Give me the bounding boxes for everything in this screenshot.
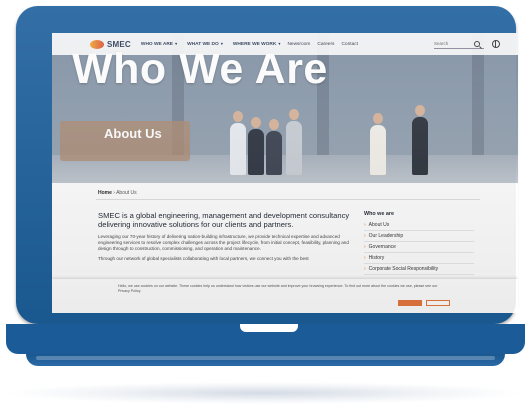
breadcrumb-current: About Us	[116, 190, 137, 196]
hero-subtitle: About Us	[104, 126, 162, 141]
hero-photo-person	[370, 113, 386, 175]
sidebar-item-corporate-social-responsibility[interactable]: › Corporate Social Responsibility	[364, 264, 474, 275]
hero-photo-person	[230, 111, 246, 175]
laptop-base-highlight	[36, 356, 495, 360]
body-paragraph: Through our network of global specialist…	[98, 256, 309, 261]
sidebar-item-history[interactable]: › History	[364, 253, 474, 264]
hero-photo-person	[412, 105, 428, 175]
breadcrumb-home[interactable]: Home	[98, 190, 112, 196]
search-box	[434, 39, 484, 49]
nav-link-contact[interactable]: Contact	[341, 42, 358, 47]
cookie-banner: Hello, we use cookies on our website. Th…	[52, 279, 518, 313]
website-page: SMEC WHO WE ARE ▾ WHAT WE DO ▾ WHERE WE …	[52, 33, 518, 313]
search-input[interactable]	[434, 39, 472, 48]
laptop-hinge-notch	[240, 324, 298, 332]
laptop-shadow	[10, 382, 519, 404]
sidebar-item-about-us[interactable]: › About Us	[364, 220, 474, 231]
sidebar-item-our-leadership[interactable]: › Our Leadership	[364, 231, 474, 242]
hero-banner: SMEC WHO WE ARE ▾ WHAT WE DO ▾ WHERE WE …	[52, 33, 518, 183]
cookie-settings-button[interactable]	[426, 300, 450, 306]
sidebar: Who we are › About Us › Our Leadership › Go…	[364, 211, 474, 275]
laptop-base	[6, 324, 525, 384]
chevron-right-icon: ›	[364, 255, 366, 261]
search-icon[interactable]	[474, 40, 480, 47]
hero-photo-person	[286, 109, 302, 175]
main-column: SMEC is a global engineering, management…	[98, 211, 353, 266]
lead-paragraph: SMEC is a global engineering, management…	[98, 211, 350, 229]
cookie-text: Hello, we use cookies on our website. Th…	[118, 284, 438, 293]
hero-photo-person	[266, 119, 282, 175]
hero-photo-person	[248, 117, 264, 175]
sidebar-title: Who we are	[364, 211, 394, 217]
cookie-accept-button[interactable]	[398, 300, 422, 306]
breadcrumb: Home › About Us	[98, 190, 137, 196]
laptop-screen: SMEC WHO WE ARE ▾ WHAT WE DO ▾ WHERE WE …	[52, 33, 518, 313]
laptop-shell: SMEC WHO WE ARE ▾ WHAT WE DO ▾ WHERE WE …	[16, 6, 518, 324]
chevron-right-icon: ›	[364, 266, 366, 272]
chevron-right-icon: ›	[364, 222, 366, 228]
globe-icon[interactable]	[492, 40, 500, 48]
divider	[96, 199, 480, 200]
body-paragraph: Leveraging our 70-year history of delive…	[98, 234, 349, 251]
chevron-right-icon: ›	[364, 244, 366, 250]
hero-title: Who We Are	[72, 45, 328, 93]
sidebar-item-governance[interactable]: › Governance	[364, 242, 474, 253]
chevron-right-icon: ›	[364, 233, 366, 239]
